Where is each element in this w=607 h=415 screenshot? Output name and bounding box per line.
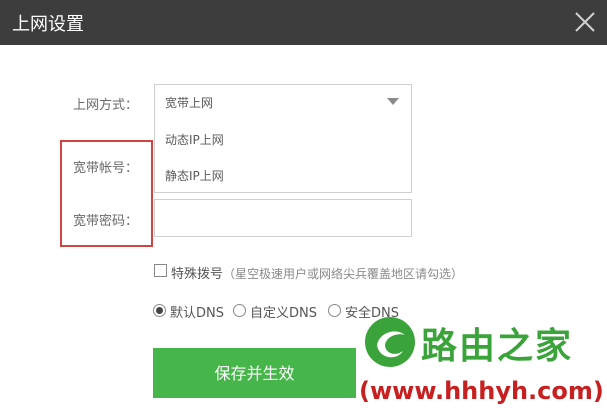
method-selected-value: 宽带上网 — [165, 96, 214, 110]
dns-radio-secure[interactable] — [328, 304, 341, 317]
dns-radio-default[interactable] — [153, 304, 166, 317]
watermark: 路由之家 (www.hhhyh.com) — [355, 305, 607, 415]
save-apply-button[interactable]: 保存并生效 — [153, 348, 356, 398]
special-dial-checkbox[interactable] — [154, 264, 167, 277]
method-option-dynamic-ip[interactable]: 动态IP上网 — [165, 131, 224, 148]
title-bar: 上网设置 — [0, 0, 607, 45]
router-home-logo-icon — [365, 317, 415, 367]
method-dropdown-list: 动态IP上网 静态IP上网 — [154, 117, 412, 193]
special-dial-label: 特殊拨号（星空极速用户或网络尖兵覆盖地区请勾选） — [171, 263, 463, 282]
chevron-down-icon[interactable] — [387, 98, 399, 105]
dns-default-label: 默认DNS — [170, 306, 224, 321]
password-field[interactable] — [154, 199, 412, 237]
method-select[interactable]: 宽带上网 — [154, 84, 412, 118]
dns-radio-custom[interactable] — [233, 304, 246, 317]
method-label: 上网方式： — [73, 98, 139, 113]
special-dial-text: 特殊拨号 — [171, 267, 224, 282]
dns-custom-label: 自定义DNS — [250, 306, 317, 321]
account-label: 宽带帐号： — [73, 161, 139, 176]
close-icon[interactable] — [573, 10, 597, 34]
window-title: 上网设置 — [12, 14, 84, 35]
password-label: 宽带密码： — [73, 214, 139, 229]
method-option-static-ip[interactable]: 静态IP上网 — [165, 167, 224, 184]
watermark-url: (www.hhhyh.com) — [359, 377, 604, 405]
watermark-brand: 路由之家 — [421, 326, 574, 367]
special-dial-hint: （星空极速用户或网络尖兵覆盖地区请勾选） — [223, 267, 464, 281]
